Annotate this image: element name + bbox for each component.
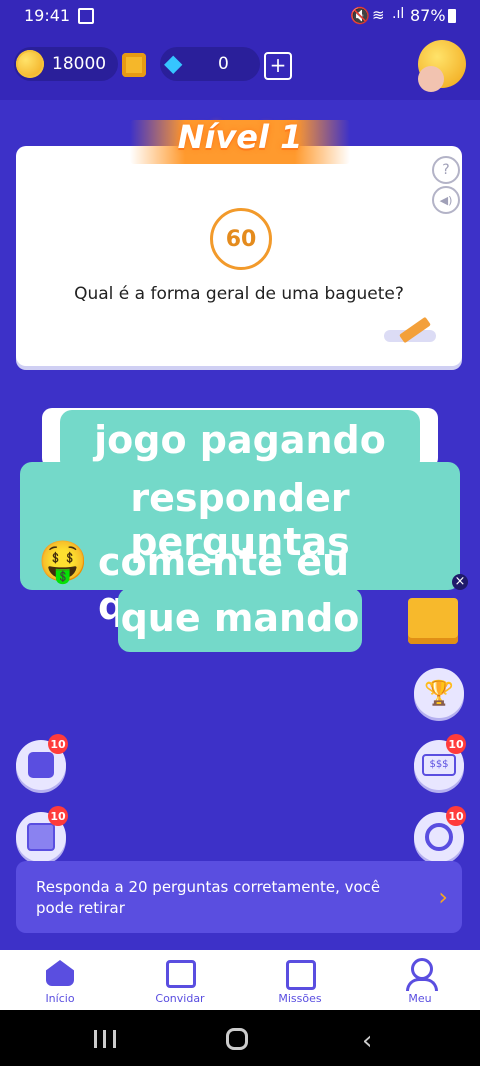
dice-icon	[28, 752, 54, 778]
invite-icon	[166, 960, 196, 988]
recents-icon[interactable]	[94, 1030, 116, 1048]
nav-item-inicio[interactable]: Início	[0, 950, 120, 1010]
task-message: Responda a 20 perguntas corretamente, vo…	[36, 878, 381, 917]
wheel-icon	[425, 823, 453, 851]
chest-icon[interactable]	[408, 598, 458, 644]
nav-item-meu[interactable]: Meu	[360, 950, 480, 1010]
nav-label-meu: Meu	[408, 992, 432, 1005]
coin-count: 18000	[52, 54, 107, 74]
coin-icon	[16, 50, 44, 78]
missions-icon	[286, 960, 316, 990]
gem-balance[interactable]: ◆ 0	[160, 47, 260, 81]
puzzle-icon	[27, 823, 55, 851]
nav-item-missoes[interactable]: Missões	[240, 950, 360, 1010]
nav-label-inicio: Início	[45, 992, 75, 1005]
dice-badge: 10	[48, 734, 68, 754]
question-text: Qual é a forma geral de uma baguete?	[74, 284, 404, 304]
wheel-badge: 10	[446, 806, 466, 826]
home-system-icon[interactable]	[226, 1028, 248, 1050]
sound-button[interactable]: ◀)	[432, 186, 460, 214]
tap-hand-icon	[418, 66, 444, 92]
ticket-icon[interactable]	[122, 53, 146, 77]
system-nav-bar: ‹	[0, 1010, 480, 1066]
top-bar: 18000 ◆ 0 +	[0, 32, 480, 100]
slot-badge: 10	[446, 734, 466, 754]
puzzle-badge: 10	[48, 806, 68, 826]
level-label: Nível 1	[177, 118, 303, 156]
chevron-right-icon: ›	[438, 883, 448, 911]
caption-line-4: que mando	[120, 596, 360, 640]
close-promo-button[interactable]: ×	[452, 574, 468, 590]
status-time: 19:41	[24, 6, 71, 25]
countdown-timer: 60	[210, 208, 272, 270]
mute-icon: 🔇	[350, 6, 370, 25]
gem-icon: ◆	[164, 49, 183, 77]
add-gems-button[interactable]: +	[264, 52, 292, 80]
task-banner[interactable]: Responda a 20 perguntas corretamente, vo…	[16, 861, 462, 933]
nav-item-convidar[interactable]: Convidar	[120, 950, 240, 1010]
pencil-icon	[384, 316, 436, 344]
money-face-emoji: 🤑	[38, 539, 88, 585]
profile-icon	[411, 958, 433, 980]
profile-icon-body	[406, 978, 438, 991]
notification-icon	[78, 8, 94, 24]
battery-percent: 87%	[410, 6, 446, 25]
battery-icon	[448, 9, 456, 23]
gem-count: 0	[218, 54, 229, 74]
home-icon	[46, 960, 74, 986]
nav-label-convidar: Convidar	[155, 992, 205, 1005]
wifi-icon: ≋	[372, 6, 385, 24]
trophy-button[interactable]: 🏆	[414, 668, 464, 718]
back-icon[interactable]: ‹	[362, 1026, 372, 1056]
speaker-icon: ◀)	[439, 193, 453, 207]
status-bar: 19:41 🔇 ≋ .ıl 87%	[0, 0, 480, 32]
trophy-icon: 🏆	[424, 679, 454, 707]
slot-machine-icon: $$$	[422, 754, 456, 776]
reward-coin-button[interactable]	[418, 40, 466, 92]
bottom-nav: Início Convidar Missões Meu	[0, 950, 480, 1010]
signal-icon: .ıl	[392, 6, 405, 22]
coin-balance[interactable]: 18000	[14, 47, 118, 81]
nav-label-missoes: Missões	[278, 992, 322, 1005]
help-button[interactable]: ?	[432, 156, 460, 184]
